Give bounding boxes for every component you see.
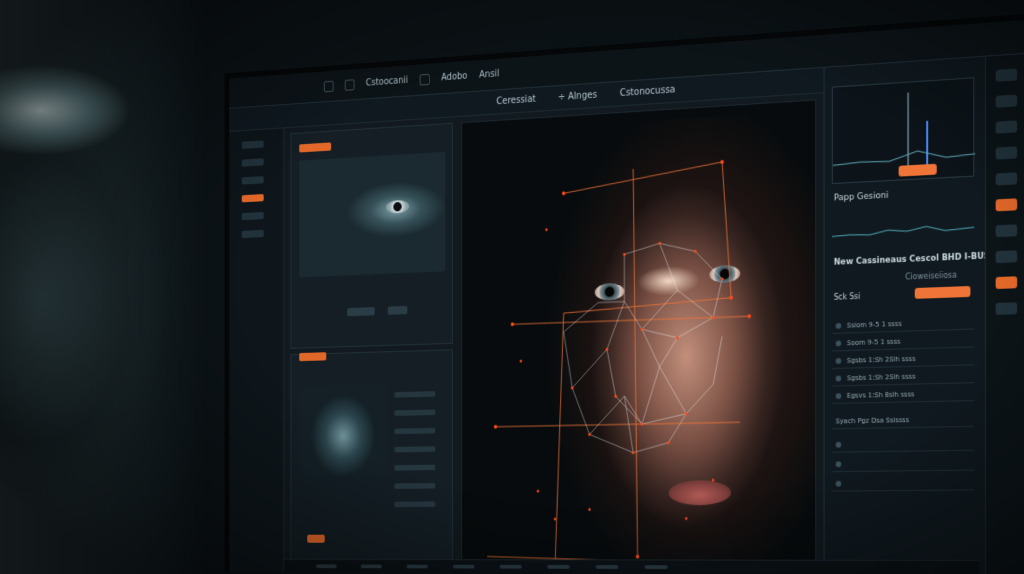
property-row[interactable] xyxy=(832,435,974,453)
list-item[interactable] xyxy=(394,501,435,507)
timeline-item[interactable] xyxy=(645,565,668,569)
row-icon xyxy=(836,461,842,467)
toolbar-item-2[interactable]: ÷ Alnges xyxy=(558,90,597,103)
section-title: Papp Gesioni xyxy=(834,191,889,204)
signal-graph xyxy=(832,77,974,184)
timeline-item[interactable] xyxy=(547,564,569,568)
settings-icon[interactable] xyxy=(996,68,1017,81)
panel-tag[interactable] xyxy=(307,535,325,543)
row-label: Soom 9-5 1 ssss xyxy=(847,337,901,346)
list-item[interactable] xyxy=(394,465,435,471)
list-item[interactable] xyxy=(394,428,435,434)
row-icon xyxy=(836,340,842,346)
tab-label[interactable]: Cioweiseiiosa xyxy=(905,271,957,282)
timeline-item[interactable] xyxy=(500,564,522,568)
list-item[interactable] xyxy=(394,446,435,452)
list-item[interactable] xyxy=(394,410,435,416)
apply-button[interactable] xyxy=(915,286,971,299)
close-icon[interactable] xyxy=(996,302,1017,315)
bottom-timeline xyxy=(284,559,979,574)
window-icon xyxy=(324,80,334,92)
face-viewport[interactable] xyxy=(461,99,816,573)
search-icon[interactable] xyxy=(996,94,1017,107)
top-menu-item-3[interactable]: Ansil xyxy=(479,69,499,81)
timeline-item[interactable] xyxy=(407,564,428,568)
grid-icon[interactable] xyxy=(420,73,430,85)
rail-button[interactable] xyxy=(242,212,264,220)
rail-active-button[interactable] xyxy=(242,194,264,202)
rail-button[interactable] xyxy=(242,140,264,149)
activity-graph xyxy=(832,202,974,244)
row-label: Ssiom 9-5 1 ssss xyxy=(847,319,902,329)
subject-panel xyxy=(290,349,452,561)
strip-active-button[interactable] xyxy=(996,198,1017,211)
eye-thumbnail[interactable] xyxy=(299,152,445,278)
property-row[interactable]: Sgsbs 1:Sh 2Slh ssss xyxy=(832,349,974,369)
guide-line xyxy=(633,169,637,557)
row-label: Sgsbs 1:Sh 2Slh ssss xyxy=(847,372,916,382)
top-menu-item-1[interactable]: Cstoocanii xyxy=(366,75,408,88)
graph-marker[interactable] xyxy=(899,164,937,177)
face-mesh-icon xyxy=(462,100,816,573)
row-icon xyxy=(836,393,842,399)
strip-active-button[interactable] xyxy=(996,276,1017,289)
panel-control[interactable] xyxy=(347,307,375,316)
row-icon xyxy=(836,441,842,447)
property-row[interactable]: Egsvs 1:Sh 8slh ssss xyxy=(832,385,974,404)
property-row[interactable]: Ssiom 9-5 1 ssss xyxy=(832,314,974,334)
strip-button[interactable] xyxy=(996,250,1017,263)
row-icon xyxy=(836,480,842,486)
rail-button[interactable] xyxy=(242,158,264,166)
strip-button[interactable] xyxy=(996,224,1017,237)
row-label: Sgsbs 1:Sh 2Slh ssss xyxy=(847,354,916,364)
face-mesh xyxy=(564,241,722,454)
timeline-item[interactable] xyxy=(453,564,475,568)
tracking-frame xyxy=(555,161,731,566)
rail-button[interactable] xyxy=(242,176,264,184)
thumb-eye xyxy=(386,200,409,214)
footer-label: Syach Pgz Dsa Ssissss xyxy=(836,416,909,425)
toolbar-item-1[interactable]: Ceressiat xyxy=(496,94,535,107)
property-row[interactable]: Soom 9-5 1 ssss xyxy=(832,332,974,352)
list-item[interactable] xyxy=(394,483,435,489)
right-tool-strip xyxy=(985,54,1024,574)
rail-button[interactable] xyxy=(242,230,264,238)
strip-button[interactable] xyxy=(996,172,1017,185)
row-icon xyxy=(836,322,842,328)
top-menu-item-2[interactable]: Adobo xyxy=(441,71,467,83)
timeline-item[interactable] xyxy=(361,564,382,568)
timeline-item[interactable] xyxy=(596,565,619,569)
guide-line xyxy=(496,422,741,427)
property-row[interactable] xyxy=(832,455,974,472)
footer-row[interactable]: Syach Pgz Dsa Ssissss xyxy=(832,411,974,429)
landmark-points xyxy=(494,158,751,568)
tool-icon[interactable] xyxy=(345,79,355,91)
property-row[interactable]: Sgsbs 1:Sh 2Slh ssss xyxy=(832,367,974,386)
panel-control[interactable] xyxy=(388,306,408,315)
row-icon xyxy=(836,375,842,381)
monitor-screen: Cstoocanii Adobo Ansil Ceressiat ÷ Alnge… xyxy=(225,14,1024,574)
properties-panel: Papp Gesioni New Cassineaus Cescol BHD I… xyxy=(824,57,985,574)
row-label: Egsvs 1:Sh 8slh ssss xyxy=(847,390,915,399)
reference-panel xyxy=(290,123,452,349)
panel-tag xyxy=(299,352,326,361)
strip-button[interactable] xyxy=(996,146,1017,159)
list-item[interactable] xyxy=(394,391,435,397)
left-tool-rail xyxy=(229,128,284,571)
row-icon xyxy=(836,358,842,364)
toolbar-item-3[interactable]: Cstonocussa xyxy=(620,85,676,99)
property-row[interactable] xyxy=(832,475,974,492)
timeline-item[interactable] xyxy=(316,564,337,568)
section-title: New Cassineaus Cescol BHD I-BUS xyxy=(834,251,990,267)
panel-tag xyxy=(299,142,331,152)
strip-button[interactable] xyxy=(996,120,1017,133)
apply-label: Sck Ssi xyxy=(834,292,860,302)
